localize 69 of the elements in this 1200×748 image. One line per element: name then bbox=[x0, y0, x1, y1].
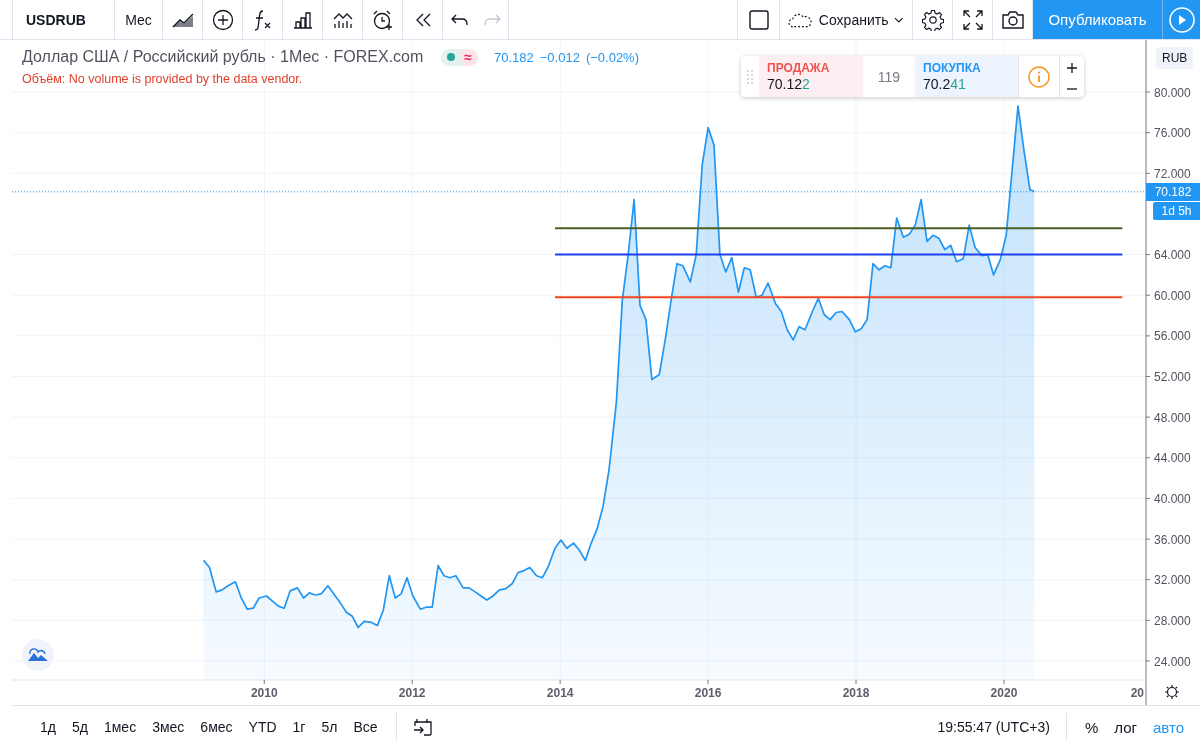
axis-label: 76.000 bbox=[1154, 126, 1191, 141]
calendar-goto-icon[interactable] bbox=[412, 718, 433, 736]
settings-icon[interactable] bbox=[1164, 684, 1180, 700]
range-button[interactable]: 1мес bbox=[95, 715, 145, 739]
function-icon[interactable] bbox=[252, 8, 273, 31]
range-button[interactable]: 3мес bbox=[144, 715, 193, 739]
plus-icon[interactable] bbox=[1067, 63, 1077, 74]
axis-label: 80.000 bbox=[1154, 85, 1191, 100]
axis-label: 52.000 bbox=[1154, 370, 1191, 384]
range-button[interactable]: 5д bbox=[63, 715, 96, 739]
settings-icon[interactable] bbox=[921, 8, 944, 31]
axis-label: 32.000 bbox=[1154, 573, 1191, 588]
caret-icon bbox=[894, 16, 904, 23]
axis-label: 2016 bbox=[694, 686, 722, 700]
price-change-percent: (−0.02%) bbox=[585, 49, 639, 65]
scale-mode-button[interactable]: % bbox=[1076, 714, 1107, 740]
axis-label: 60.000 bbox=[1154, 288, 1191, 303]
range-button[interactable]: 1г bbox=[284, 715, 314, 739]
sell-button[interactable]: ПРОДАЖА 70.122 bbox=[759, 56, 863, 97]
level-line[interactable] bbox=[554, 253, 1124, 256]
bar-chart-icon[interactable] bbox=[292, 10, 313, 29]
range-button[interactable]: Все bbox=[345, 715, 386, 739]
axis-label: 2012 bbox=[398, 686, 426, 700]
countdown-label: 1d 5h bbox=[1153, 201, 1200, 220]
drag-handle-icon[interactable] bbox=[747, 69, 753, 84]
axis-label: 72.000 bbox=[1154, 166, 1191, 181]
symbol-title: Доллар США / Российский рубль · 1Мес · FOREX.com bbox=[22, 48, 424, 66]
range-button[interactable]: YTD bbox=[240, 715, 285, 739]
alarm-clock-icon[interactable] bbox=[371, 8, 394, 31]
chart-type-icon[interactable] bbox=[171, 11, 194, 28]
range-button[interactable]: 5л bbox=[313, 715, 346, 739]
delayed-mark: ≈ bbox=[461, 48, 478, 66]
buy-button[interactable]: ПОКУПКА 70.241 bbox=[915, 56, 1018, 97]
mountain-icon bbox=[27, 648, 49, 662]
camera-icon[interactable] bbox=[1000, 9, 1025, 30]
axis-label: 36.000 bbox=[1154, 532, 1191, 547]
axis-label: 56.000 bbox=[1154, 329, 1191, 344]
axis-label: 20 bbox=[1130, 686, 1144, 700]
range-button[interactable]: 6мес bbox=[192, 715, 241, 739]
axis-label: 44.000 bbox=[1154, 451, 1191, 466]
axis-label: 2020 bbox=[990, 686, 1018, 700]
undo-icon[interactable] bbox=[450, 12, 469, 27]
level-line[interactable] bbox=[554, 227, 1124, 230]
volume-note: Объём: No volume is provided by the data vendor. bbox=[22, 72, 304, 86]
clock-time[interactable]: 19:55:47 (UTC+3) bbox=[937, 719, 1056, 735]
last-price-label: 70.182 bbox=[1146, 182, 1200, 201]
axis-label: 2010 bbox=[250, 686, 278, 700]
play-icon[interactable] bbox=[1168, 6, 1195, 33]
axis-label: 40.000 bbox=[1154, 491, 1191, 506]
axis-label: 2018 bbox=[842, 686, 870, 700]
axis-label: 2014 bbox=[546, 686, 574, 700]
axis-label: 64.000 bbox=[1154, 248, 1191, 263]
range-button[interactable]: 1д bbox=[32, 715, 64, 739]
level-line[interactable] bbox=[554, 296, 1124, 299]
minus-icon[interactable] bbox=[1067, 87, 1077, 90]
fullscreen-icon[interactable] bbox=[962, 9, 983, 30]
square-icon[interactable] bbox=[748, 9, 769, 30]
axis-label: 28.000 bbox=[1154, 613, 1191, 628]
axis-label: 24.000 bbox=[1154, 654, 1191, 669]
currency-badge[interactable]: RUB bbox=[1156, 47, 1194, 69]
price-value: 70.182 bbox=[494, 49, 534, 65]
price-change: −0.012 bbox=[539, 49, 580, 65]
cloud-icon bbox=[788, 11, 813, 28]
axis-label: 48.000 bbox=[1154, 410, 1191, 425]
add-icon[interactable] bbox=[211, 8, 234, 31]
symbol-label[interactable]: USDRUB bbox=[26, 11, 86, 28]
spread-value: 119 bbox=[876, 67, 902, 87]
scale-mode-button[interactable]: лог bbox=[1106, 714, 1145, 740]
logo-button[interactable] bbox=[22, 639, 54, 671]
